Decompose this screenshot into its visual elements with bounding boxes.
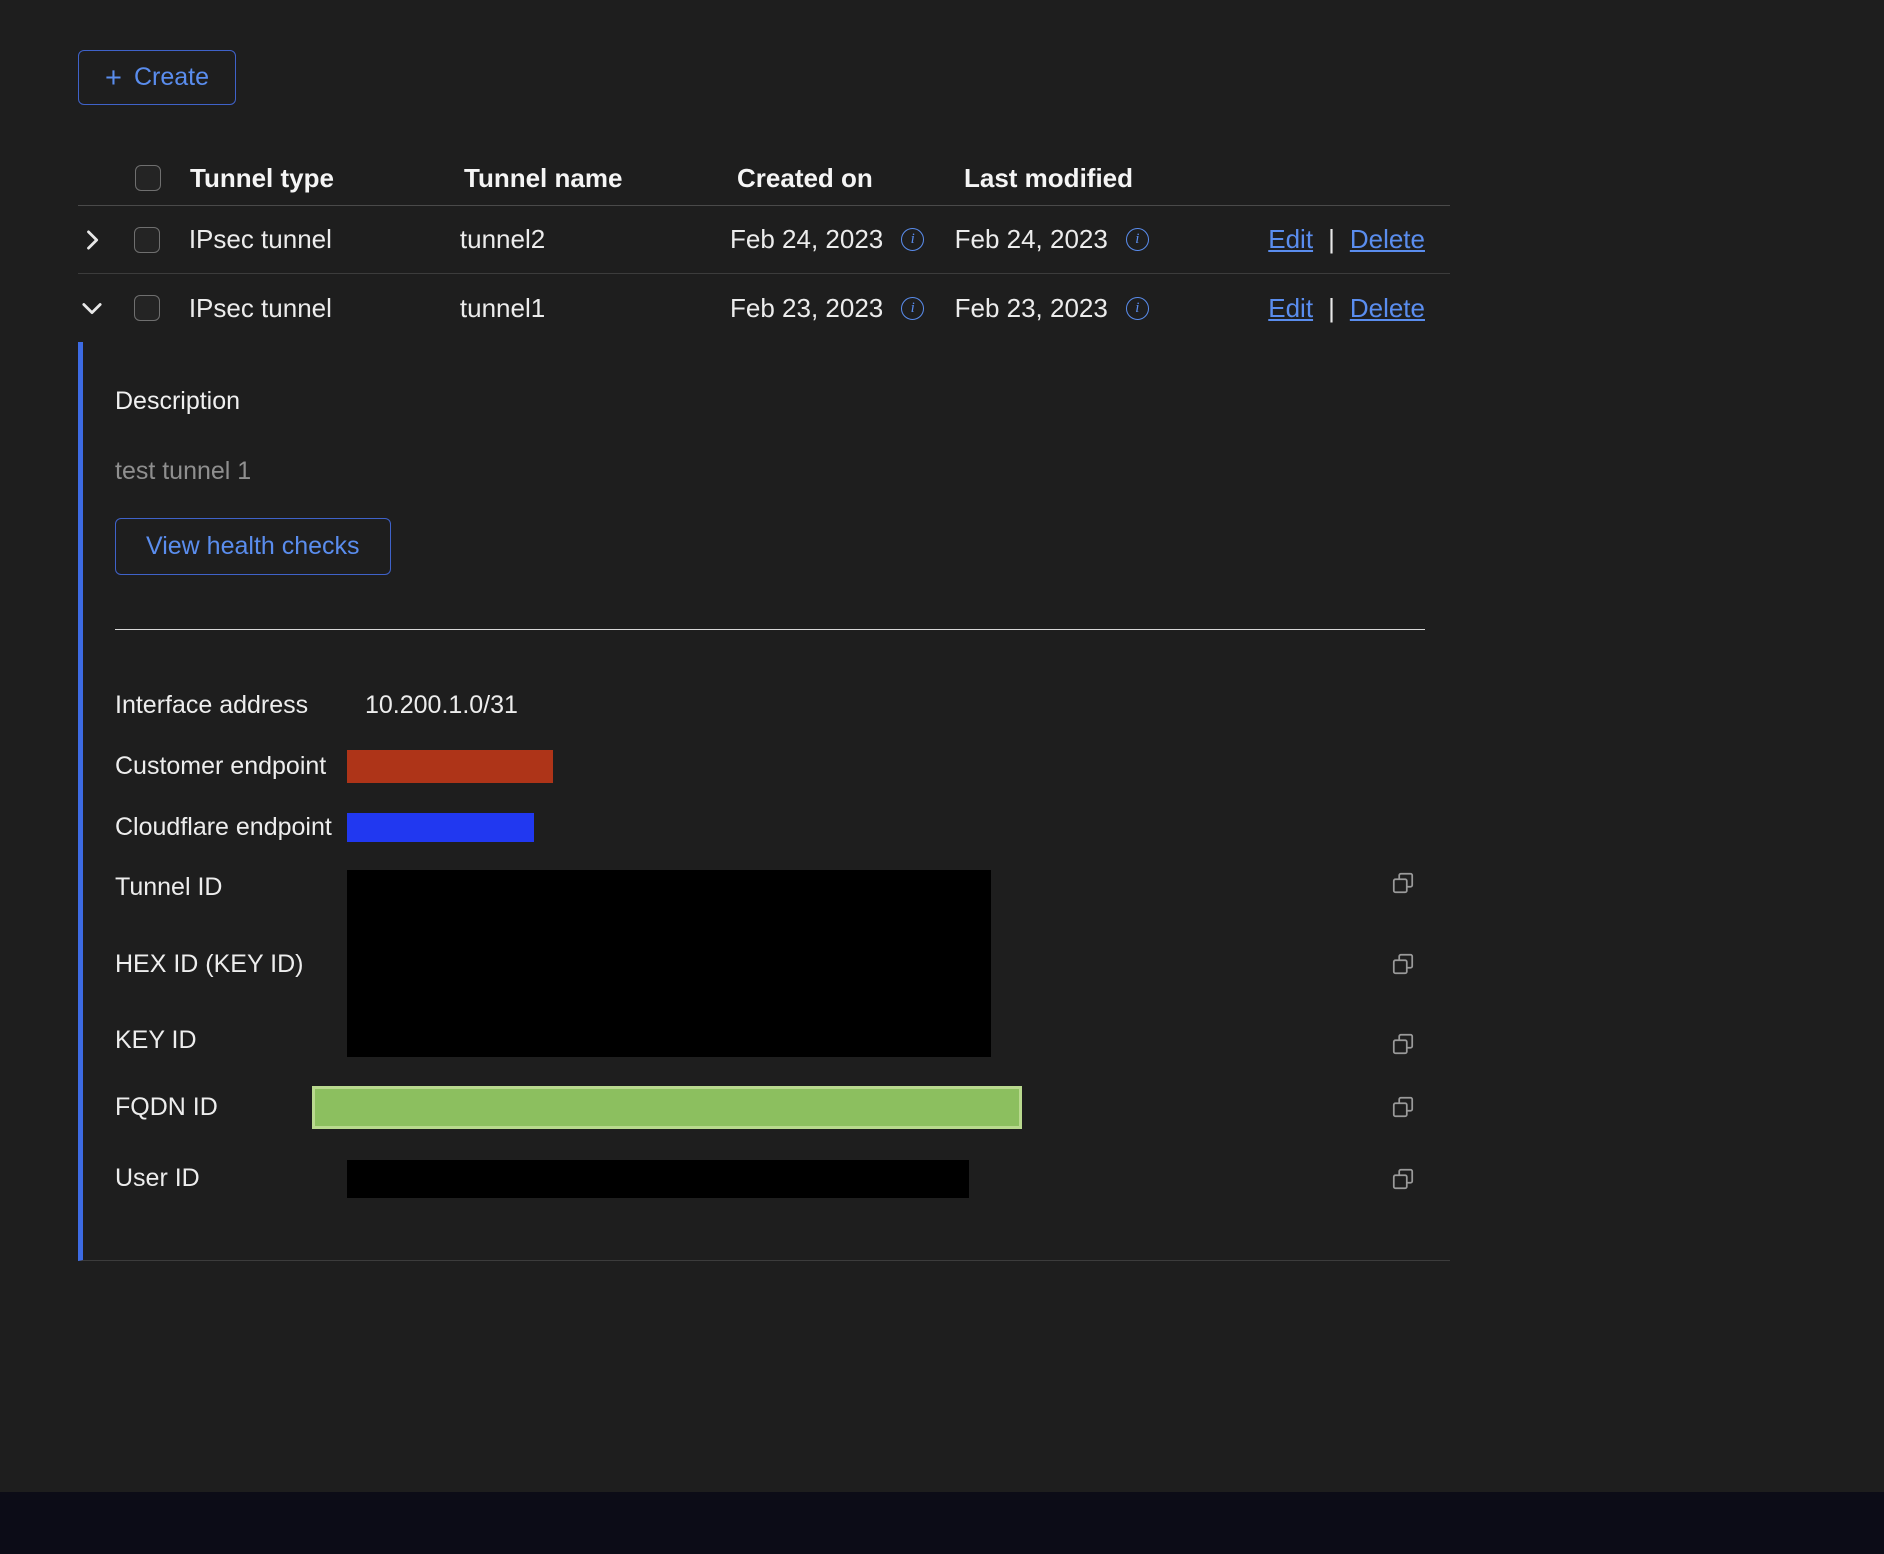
edit-link[interactable]: Edit — [1268, 293, 1313, 324]
tunnel-detail-panel: Description test tunnel 1 View health ch… — [78, 342, 1450, 1261]
tunnels-table: Tunnel type Tunnel name Created on Last … — [78, 151, 1450, 1261]
customer-endpoint-redacted-value — [347, 750, 553, 783]
tunnel-ids-redacted-value — [347, 870, 991, 1057]
create-button-label: Create — [134, 63, 209, 92]
copy-icon[interactable] — [1390, 951, 1416, 977]
action-separator: | — [1328, 293, 1335, 324]
cloudflare-endpoint-row: Cloudflare endpoint — [115, 797, 1450, 858]
header-last-modified: Last modified — [964, 163, 1281, 194]
bottom-window-bar — [0, 1492, 1884, 1554]
chevron-down-icon[interactable] — [78, 294, 106, 322]
header-created-on: Created on — [737, 163, 964, 194]
cloudflare-endpoint-label: Cloudflare endpoint — [115, 813, 347, 842]
row-checkbox[interactable] — [134, 227, 160, 253]
info-icon[interactable]: i — [1126, 228, 1149, 251]
user-id-redacted-value — [347, 1160, 969, 1198]
delete-link[interactable]: Delete — [1350, 293, 1425, 324]
customer-endpoint-label: Customer endpoint — [115, 752, 347, 781]
info-icon[interactable]: i — [1126, 297, 1149, 320]
create-button[interactable]: + Create — [78, 50, 236, 105]
created-on-cell: Feb 24, 2023 — [730, 224, 883, 255]
info-icon[interactable]: i — [901, 228, 924, 251]
tunnel-name-cell: tunnel1 — [460, 293, 730, 324]
row-checkbox[interactable] — [134, 295, 160, 321]
created-on-cell: Feb 23, 2023 — [730, 293, 883, 324]
chevron-right-icon[interactable] — [78, 226, 106, 254]
info-icon[interactable]: i — [901, 297, 924, 320]
copy-icon[interactable] — [1390, 1166, 1416, 1192]
action-separator: | — [1328, 224, 1335, 255]
view-health-checks-label: View health checks — [146, 532, 360, 561]
hex-id-label: HEX ID (KEY ID) — [115, 947, 347, 981]
description-value: test tunnel 1 — [115, 456, 1450, 486]
edit-link[interactable]: Edit — [1268, 224, 1313, 255]
plus-icon: + — [105, 66, 122, 90]
user-id-row: User ID — [115, 1143, 1450, 1214]
table-header-row: Tunnel type Tunnel name Created on Last … — [78, 151, 1450, 206]
cloudflare-endpoint-redacted-value — [347, 813, 534, 842]
copy-icon[interactable] — [1390, 870, 1416, 896]
select-all-checkbox[interactable] — [135, 165, 161, 191]
tunnels-page: + Create Tunnel type Tunnel name Created… — [78, 50, 1450, 1261]
interface-address-value: 10.200.1.0/31 — [365, 691, 518, 720]
tunnel-type-cell: IPsec tunnel — [189, 293, 460, 324]
delete-link[interactable]: Delete — [1350, 224, 1425, 255]
tunnel-name-cell: tunnel2 — [460, 224, 730, 255]
last-modified-cell: Feb 23, 2023 — [955, 293, 1108, 324]
user-id-label: User ID — [115, 1164, 347, 1193]
fqdn-id-redacted-value — [312, 1086, 1022, 1129]
interface-address-row: Interface address 10.200.1.0/31 — [115, 675, 1450, 736]
key-id-label: KEY ID — [115, 1023, 347, 1057]
fqdn-id-row: FQDN ID — [115, 1071, 1450, 1143]
header-tunnel-type: Tunnel type — [190, 163, 464, 194]
copy-icon[interactable] — [1390, 1094, 1416, 1120]
description-label: Description — [115, 386, 1450, 416]
view-health-checks-button[interactable]: View health checks — [115, 518, 391, 575]
last-modified-cell: Feb 24, 2023 — [955, 224, 1108, 255]
copy-icon[interactable] — [1390, 1031, 1416, 1057]
tunnel-fields: Interface address 10.200.1.0/31 Customer… — [115, 675, 1450, 1214]
section-divider — [115, 629, 1425, 630]
customer-endpoint-row: Customer endpoint — [115, 736, 1450, 797]
table-row: IPsec tunnel tunnel1 Feb 23, 2023 i Feb … — [78, 274, 1450, 342]
header-tunnel-name: Tunnel name — [464, 163, 737, 194]
tunnel-ids-row-group: Tunnel ID HEX ID (KEY ID) KEY ID — [115, 870, 1450, 1057]
tunnel-id-label: Tunnel ID — [115, 870, 347, 904]
interface-address-label: Interface address — [115, 691, 347, 720]
table-row: IPsec tunnel tunnel2 Feb 24, 2023 i Feb … — [78, 206, 1450, 274]
tunnel-type-cell: IPsec tunnel — [189, 224, 460, 255]
